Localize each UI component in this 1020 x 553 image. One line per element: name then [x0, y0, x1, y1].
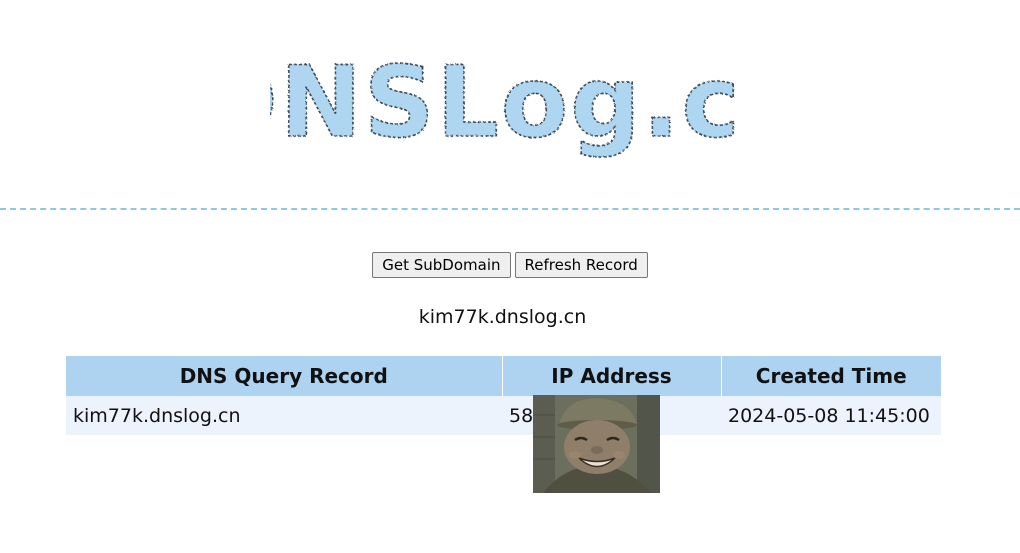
action-bar: Get SubDomain Refresh Record: [0, 252, 1020, 278]
current-subdomain: kim77k.dnslog.cn: [418, 306, 587, 328]
header-ip-address: IP Address: [502, 356, 722, 396]
header-dns-query-record: DNS Query Record: [66, 356, 503, 396]
cell-created-time: 2024-05-08 11:45:00: [721, 396, 941, 435]
cell-dns-query: kim77k.dnslog.cn: [66, 396, 502, 435]
get-subdomain-button[interactable]: Get SubDomain: [372, 252, 511, 278]
table-row: kim77k.dnslog.cn 58 2024-05-08 11:45:00: [66, 396, 941, 435]
logo-text: DNSLog.cn: [270, 48, 740, 160]
smiling-soldier-photo: [533, 395, 660, 493]
refresh-record-button[interactable]: Refresh Record: [514, 252, 648, 278]
table-header-row: DNS Query Record IP Address Created Time: [66, 356, 941, 396]
section-divider: [0, 208, 1020, 210]
dns-records-table: DNS Query Record IP Address Created Time…: [66, 356, 941, 435]
site-logo: DNSLog.cn: [270, 48, 740, 170]
header-created-time: Created Time: [721, 356, 941, 396]
